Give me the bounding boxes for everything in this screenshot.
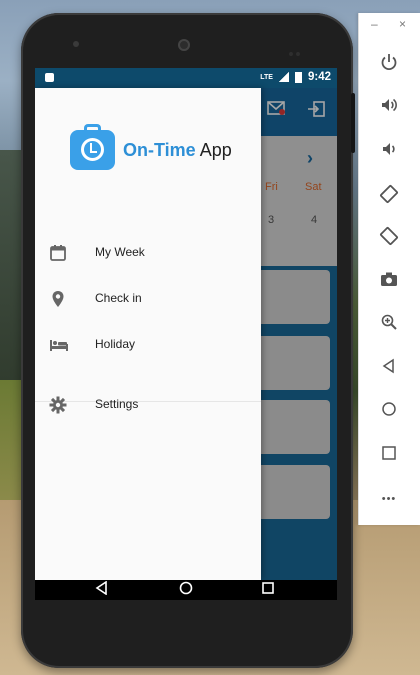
rotate-right-icon[interactable] xyxy=(377,226,401,250)
drawer-item-check-in[interactable]: Check in xyxy=(35,279,261,319)
app-logo: On-Time App xyxy=(70,124,232,170)
more-icon[interactable]: ••• xyxy=(377,487,401,511)
app-title: On-Time App xyxy=(123,140,232,160)
nav-back-button[interactable] xyxy=(87,580,117,600)
emulator-control-panel: – × ••• xyxy=(358,13,420,525)
navigation-drawer: On-Time App My Week Check in Holiday Set… xyxy=(35,88,261,580)
status-time: 9:42 xyxy=(307,71,331,83)
minimize-button[interactable]: – xyxy=(371,17,378,31)
network-label: LTE xyxy=(260,73,273,81)
gear-icon xyxy=(49,396,69,414)
calendar-icon xyxy=(49,244,69,262)
status-bar: LTE 9:42 xyxy=(35,68,337,88)
overview-icon[interactable] xyxy=(377,444,401,468)
drawer-item-label: Holiday xyxy=(95,337,136,351)
drawer-item-label: Check in xyxy=(95,291,142,305)
back-icon[interactable] xyxy=(377,357,401,381)
home-icon[interactable] xyxy=(377,400,401,424)
app-title-rest: App xyxy=(195,140,232,160)
drawer-item-settings[interactable]: Settings xyxy=(35,385,261,425)
location-pin-icon xyxy=(49,290,69,308)
nav-home-button[interactable] xyxy=(171,580,201,600)
rotate-left-icon[interactable] xyxy=(377,184,401,208)
volume-up-icon[interactable] xyxy=(377,96,401,120)
side-button xyxy=(351,93,355,153)
volume-down-icon[interactable] xyxy=(377,140,401,164)
close-button[interactable]: × xyxy=(399,17,406,31)
battery-icon xyxy=(294,71,302,83)
phone-frame: LTE 9:42 › Fri Sat 3 4 On-Time App My We… xyxy=(21,13,355,668)
app-title-brand: On-Time xyxy=(123,140,196,160)
signal-icon xyxy=(278,72,289,82)
logo-briefcase-icon xyxy=(70,124,115,170)
bed-icon xyxy=(49,336,69,354)
front-camera xyxy=(178,39,190,51)
drawer-item-label: My Week xyxy=(95,245,145,259)
drawer-item-my-week[interactable]: My Week xyxy=(35,233,261,273)
drawer-item-label: Settings xyxy=(95,397,139,411)
android-nav-bar xyxy=(35,580,337,600)
speaker-dot xyxy=(73,41,79,47)
camera-icon[interactable] xyxy=(377,270,401,294)
zoom-icon[interactable] xyxy=(377,313,401,337)
sensor-dots xyxy=(289,43,307,56)
status-right: LTE 9:42 xyxy=(260,71,331,83)
notification-icon xyxy=(45,73,54,82)
nav-overview-button[interactable] xyxy=(253,580,283,600)
drawer-item-holiday[interactable]: Holiday xyxy=(35,325,261,365)
device-screen: LTE 9:42 › Fri Sat 3 4 On-Time App My We… xyxy=(35,68,337,600)
power-icon[interactable] xyxy=(377,53,401,77)
